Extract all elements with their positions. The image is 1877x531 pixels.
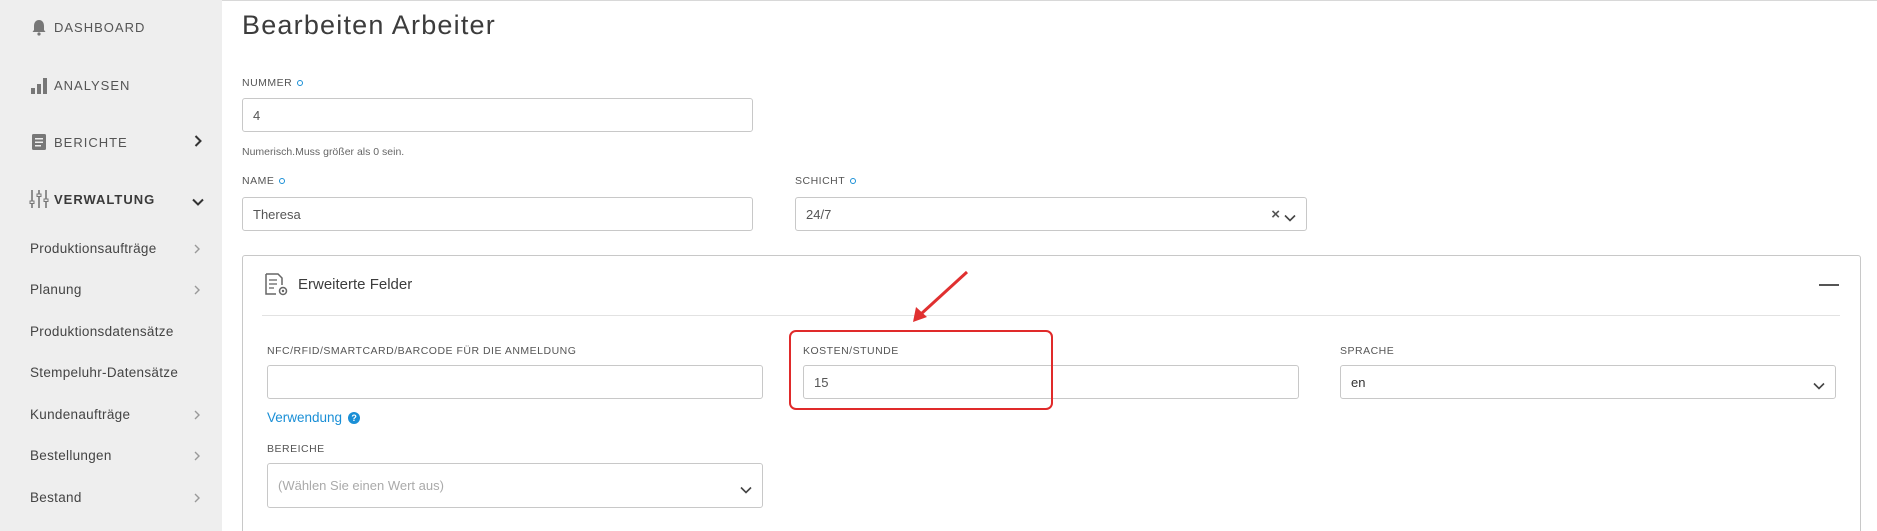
- nav-verwaltung-label: VERWALTUNG: [54, 191, 156, 207]
- sidebar-item-label: Produktionsdatensätze: [30, 323, 174, 339]
- clear-icon[interactable]: ×: [1271, 206, 1280, 223]
- chevron-right-icon: [194, 408, 200, 423]
- chevron-down-icon[interactable]: [1284, 210, 1296, 225]
- bell-icon: [28, 16, 50, 38]
- chevron-right-icon: [194, 283, 200, 298]
- nummer-label-text: NUMMER: [242, 77, 293, 89]
- nfc-label: NFC/RFID/SMARTCARD/BARCODE FÜR DIE ANMEL…: [267, 345, 577, 357]
- bereiche-label: BEREICHE: [267, 443, 325, 455]
- panel-divider: [262, 315, 1840, 316]
- collapse-icon[interactable]: [1819, 284, 1839, 286]
- nav-analysen-label: ANALYSEN: [54, 77, 131, 93]
- nav-dashboard-label: DASHBOARD: [54, 19, 146, 35]
- extended-fields-title: Erweiterte Felder: [298, 276, 413, 293]
- nav-verwaltung[interactable]: VERWALTUNG: [28, 187, 204, 211]
- page-title: Bearbeiten Arbeiter: [242, 10, 496, 40]
- sidebar-item-label: Kundenaufträge: [30, 406, 131, 422]
- sidebar-item-label: Produktionsaufträge: [30, 240, 157, 256]
- schicht-value: 24/7: [806, 206, 832, 222]
- verwendung-link[interactable]: Verwendung ?: [267, 410, 361, 425]
- schicht-select[interactable]: 24/7 ×: [795, 197, 1307, 231]
- nav-dashboard[interactable]: DASHBOARD: [28, 15, 145, 39]
- chevron-down-icon[interactable]: [740, 482, 752, 497]
- nav-analysen[interactable]: ANALYSEN: [28, 73, 130, 97]
- sidebar-item-label: Bestellungen: [30, 447, 112, 463]
- sidebar: DASHBOARD ANALYSEN BERICHTE VERWALTUNG P…: [0, 0, 222, 531]
- top-divider: [222, 0, 1877, 1]
- sidebar-item-kundenauftraege[interactable]: Kundenaufträge: [30, 402, 200, 426]
- chevron-right-icon: [194, 449, 200, 464]
- nummer-help-text: Numerisch.Muss größer als 0 sein.: [242, 146, 405, 158]
- sidebar-item-label: Planung: [30, 281, 82, 297]
- nfc-input[interactable]: [267, 365, 763, 399]
- nummer-label: NUMMER: [242, 77, 304, 89]
- name-label: NAME: [242, 175, 286, 187]
- chevron-down-icon[interactable]: [1813, 378, 1825, 393]
- sidebar-item-label: Stempeluhr-Datensätze: [30, 364, 179, 380]
- document-icon: [28, 131, 50, 153]
- chevron-right-icon: [194, 242, 200, 257]
- schicht-label: SCHICHT: [795, 175, 857, 187]
- sidebar-item-bestand[interactable]: Bestand: [30, 485, 200, 509]
- name-label-text: NAME: [242, 175, 275, 187]
- verwendung-link-text: Verwendung: [267, 410, 343, 425]
- sprache-select[interactable]: en: [1340, 365, 1836, 399]
- required-indicator-icon: [850, 178, 857, 184]
- bereiche-placeholder: (Wählen Sie einen Wert aus): [278, 478, 444, 493]
- nav-berichte[interactable]: BERICHTE: [28, 130, 202, 154]
- nav-berichte-label: BERICHTE: [54, 134, 128, 150]
- chevron-right-icon: [194, 135, 202, 150]
- sidebar-item-produktionsdatensaetze[interactable]: Produktionsdatensätze: [30, 319, 200, 343]
- chevron-right-icon: [194, 491, 200, 506]
- nummer-input[interactable]: 4: [242, 98, 753, 132]
- schicht-label-text: SCHICHT: [795, 175, 846, 187]
- required-indicator-icon: [297, 80, 304, 86]
- bereiche-select[interactable]: (Wählen Sie einen Wert aus): [267, 463, 763, 508]
- nummer-value: 4: [253, 107, 261, 123]
- sidebar-item-label: Bestand: [30, 489, 82, 505]
- required-indicator-icon: [279, 178, 286, 184]
- name-value: Theresa: [253, 206, 301, 222]
- help-icon[interactable]: ?: [348, 411, 361, 424]
- sidebar-item-stempeluhr-datensaetze[interactable]: Stempeluhr-Datensätze: [30, 360, 200, 384]
- chevron-down-icon: [192, 194, 204, 209]
- sidebar-item-produktionsauftraege[interactable]: Produktionsaufträge: [30, 236, 200, 260]
- sprache-label: SPRACHE: [1340, 345, 1395, 357]
- sliders-icon: [28, 188, 50, 210]
- document-settings-icon: [264, 273, 290, 302]
- sidebar-item-bestellungen[interactable]: Bestellungen: [30, 443, 200, 467]
- name-input[interactable]: Theresa: [242, 197, 753, 231]
- highlight-box: [789, 330, 1053, 410]
- sidebar-item-planung[interactable]: Planung: [30, 277, 200, 301]
- bar-chart-icon: [28, 74, 50, 96]
- sprache-value: en: [1351, 374, 1366, 390]
